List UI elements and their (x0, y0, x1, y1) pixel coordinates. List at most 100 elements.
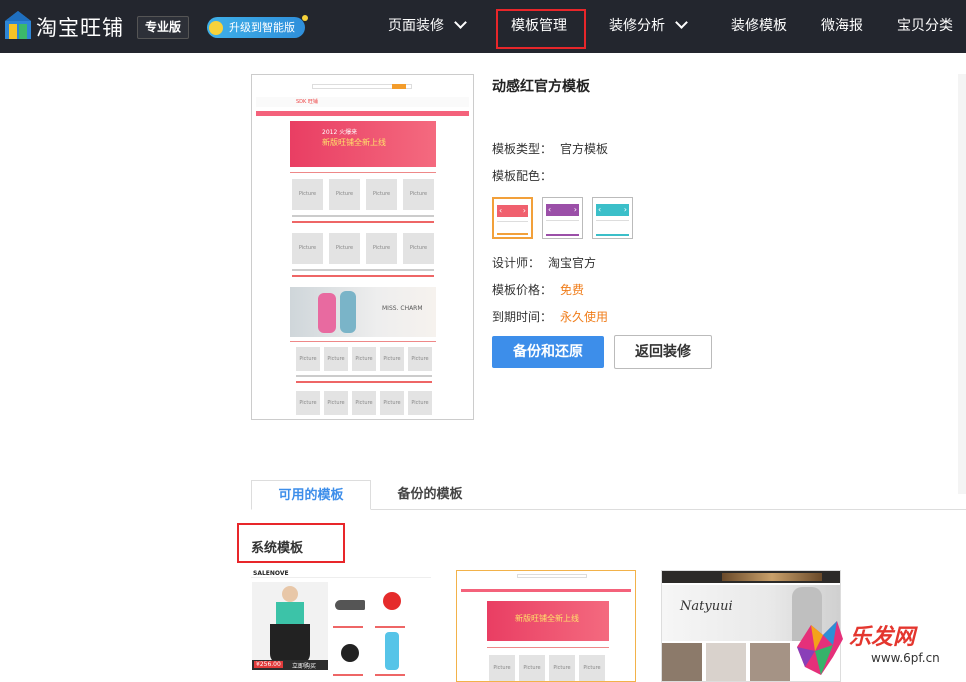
template-title: 动感红官方模板 (492, 79, 590, 95)
tab-available-templates[interactable]: 可用的模板 (251, 480, 371, 510)
thumb-model-photo: ¥256.00 立即购买 (252, 582, 328, 670)
watermark-text: 乐发网 (849, 625, 916, 650)
designer-row: 设计师： 淘宝官方 (492, 254, 596, 271)
thumb-buy: 立即购买 (292, 663, 317, 670)
mini-model (318, 293, 336, 333)
chevron-down-icon (675, 16, 688, 29)
nav-label: 装修分析 (609, 18, 665, 34)
price-strip: ¥256.00 立即购买 (252, 660, 328, 670)
right-panel-edge (958, 74, 966, 494)
swatch-footer (497, 233, 528, 235)
highlight-box (496, 9, 586, 49)
mini-search-button (392, 84, 406, 89)
banner-line2: 新版旺铺全新上线 (322, 138, 386, 147)
chevron-left-icon: ‹ (598, 205, 602, 214)
thumb-photo (750, 643, 790, 681)
template-preview-image: SDK 旺铺 2012 火爆来 新版旺铺全新上线 Picture Picture… (251, 74, 474, 420)
mini-product-pic: Picture (403, 179, 434, 210)
expire-row: 到期时间： 永久使用 (492, 308, 608, 325)
price-label: 模板价格： (492, 283, 553, 297)
mini-product-pic: Picture (352, 347, 376, 371)
thumb-logo: SALENOVE (253, 570, 289, 577)
thumb-watch-red (375, 584, 409, 624)
shoe-shape (335, 600, 365, 610)
taobao-shop-logo-icon[interactable] (4, 10, 32, 40)
mini-price-line (292, 221, 434, 223)
mini-section-line (290, 172, 436, 173)
thumb-photo (706, 643, 746, 681)
nav-item-categories[interactable]: 宝贝分类 (897, 0, 953, 53)
mini-product-pic: Picture (519, 655, 545, 681)
mini-price-line (296, 381, 432, 383)
price-line (333, 626, 363, 628)
highlight-box (237, 523, 345, 563)
chevron-right-icon: › (522, 206, 526, 215)
mini-nav (461, 589, 631, 592)
nav-decoration-templates[interactable]: 装修模板 (731, 0, 787, 53)
banner-line1: 2012 火爆来 (322, 129, 358, 136)
color-swatch-purple[interactable]: ‹ › (542, 197, 583, 239)
color-swatch-red[interactable]: ‹ › (492, 197, 533, 239)
model-top (276, 602, 304, 624)
logo-text[interactable]: 淘宝旺铺 (36, 12, 124, 42)
template-type-label: 模板类型： (492, 142, 553, 156)
swatch-grid (596, 220, 629, 234)
expire-value: 永久使用 (560, 310, 609, 324)
nav-micro-poster[interactable]: 微海报 (821, 0, 863, 53)
chevron-left-icon: ‹ (548, 205, 552, 214)
chevron-down-icon (454, 16, 467, 29)
back-to-decoration-button[interactable]: 返回装修 (614, 335, 712, 369)
upgrade-button[interactable]: 升级到智能版 (207, 15, 308, 38)
thumb-price: ¥256.00 (254, 661, 283, 668)
mini-banner: 2012 火爆来 新版旺铺全新上线 (290, 121, 436, 167)
mini-search-bar (517, 574, 587, 578)
backup-restore-button[interactable]: 备份和还原 (492, 336, 604, 368)
watermark-url: www.6pf.cn (871, 651, 940, 665)
mini-product-pic: Picture (489, 655, 515, 681)
header-decoration (722, 573, 822, 581)
nav-label: 宝贝分类 (897, 18, 953, 34)
nav-decoration-analysis[interactable]: 装修分析 (609, 0, 688, 53)
swatch-grid (546, 220, 579, 234)
mini-header: SDK 旺铺 (256, 97, 469, 107)
color-swatch-teal[interactable]: ‹ › (592, 197, 633, 239)
mini-banner2-text: MISS. CHARM (382, 305, 423, 312)
tab-backup-templates[interactable]: 备份的模板 (380, 480, 480, 510)
mini-section-line (487, 647, 609, 648)
designer-label: 设计师： (492, 256, 541, 270)
nav-page-decoration[interactable]: 页面装修 (388, 0, 467, 53)
template-type-row: 模板类型： 官方模板 (492, 140, 608, 157)
swatch-footer (546, 234, 579, 236)
price-line (375, 626, 405, 628)
colorful-dog-logo-icon (797, 621, 843, 675)
mini-banner: 新版旺铺全新上线 (487, 601, 609, 641)
mini-price-line (292, 275, 434, 277)
price-row: 模板价格： 免费 (492, 281, 584, 298)
nav-label: 页面装修 (388, 18, 444, 34)
mini-product-pic: Picture (329, 233, 360, 264)
designer-value: 淘宝官方 (548, 256, 597, 270)
mini-product-pic: Picture (408, 391, 432, 415)
price-line (333, 674, 363, 676)
template-thumbnail-dynamic-red[interactable]: 新版旺铺全新上线 Picture Picture Picture Picture (456, 570, 636, 682)
template-thumbnail-salenove[interactable]: SALENOVE ¥256.00 立即购买 (251, 570, 431, 682)
dress-shape (385, 632, 399, 670)
mini-product-pic: Picture (549, 655, 575, 681)
mini-product-pic: Picture (579, 655, 605, 681)
mini-product-pic: Picture (380, 391, 404, 415)
mini-product-pic: Picture (292, 233, 323, 264)
template-color-row: 模板配色： (492, 167, 552, 184)
thumb-banner-text: 新版旺铺全新上线 (515, 614, 579, 623)
thumb-brand: Natyuui (680, 599, 733, 614)
thumb-dress (375, 630, 409, 672)
mini-product-pic: Picture (380, 347, 404, 371)
mini-logo: SDK 旺铺 (296, 99, 318, 105)
mini-section-line (290, 341, 436, 342)
mini-product-pic: Picture (296, 391, 320, 415)
swatch-footer (596, 234, 629, 236)
mini-product-pic: Picture (366, 233, 397, 264)
expire-label: 到期时间： (492, 310, 553, 324)
mini-product-pic: Picture (324, 391, 348, 415)
spark-icon (302, 15, 308, 21)
upgrade-label: 升级到智能版 (229, 21, 295, 34)
